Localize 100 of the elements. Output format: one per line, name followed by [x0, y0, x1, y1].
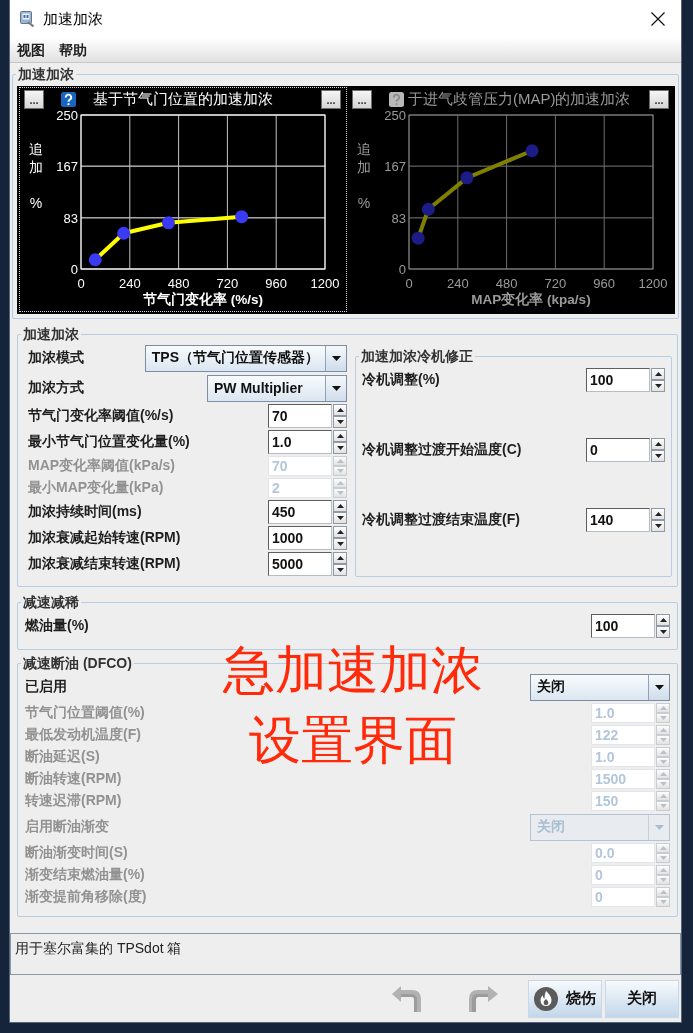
decrement-button[interactable]: [333, 416, 347, 428]
annotation-text: 设置界面: [249, 710, 457, 771]
increment-button[interactable]: [333, 552, 347, 564]
caret-up-icon: [659, 618, 667, 622]
caret-down-icon: [336, 446, 344, 450]
caret-down-icon: [331, 355, 341, 361]
caret-down-icon: [336, 542, 344, 546]
caret-up-icon: [659, 868, 667, 872]
caret-down-icon: [336, 491, 344, 495]
menu-item[interactable]: 帮助: [52, 39, 94, 61]
dropdown[interactable]: TPS（节气门位置传感器）: [144, 344, 347, 372]
caret-up-icon: [659, 706, 667, 710]
tick-label: 720: [216, 276, 239, 291]
dropdown-arrow-button[interactable]: [325, 345, 346, 371]
tick-label: 0: [70, 262, 78, 277]
caret-up-icon: [336, 556, 344, 560]
axis-label: 节气门变化率 (%/s): [143, 292, 263, 307]
tick-label: 720: [544, 276, 567, 291]
flame-icon: [534, 986, 558, 1011]
caret-down-icon: [336, 420, 344, 424]
tick-label: 0: [405, 276, 413, 291]
decrement-button[interactable]: [333, 442, 347, 454]
decrement-button[interactable]: [333, 538, 347, 550]
increment-button[interactable]: [333, 526, 347, 538]
caret-down-icon: [654, 684, 664, 690]
increment-button[interactable]: [656, 614, 670, 626]
field-label: 启用断油渐变: [25, 818, 109, 836]
caret-up-icon: [659, 846, 667, 850]
number-field[interactable]: 1000: [268, 526, 332, 550]
redo-icon: [467, 984, 499, 1013]
increment-button[interactable]: [333, 404, 347, 416]
decrement-button[interactable]: [651, 380, 665, 392]
number-field[interactable]: 70: [268, 404, 332, 428]
number-field[interactable]: 450: [268, 500, 332, 524]
data-point: [460, 171, 474, 185]
number-field[interactable]: 0: [586, 438, 650, 462]
group-title: 加速加浓: [17, 65, 75, 83]
field-label: 断油延迟(S): [25, 748, 100, 766]
group-title: 减速减稀: [22, 593, 80, 611]
decrement-button[interactable]: [651, 450, 665, 462]
caret-up-icon: [659, 728, 667, 732]
increment-button[interactable]: [333, 430, 347, 442]
tick-label: 250: [384, 111, 406, 123]
dropdown-arrow-button[interactable]: [325, 375, 346, 401]
dropdown-arrow-button[interactable]: [648, 674, 669, 700]
field-label: 加浓方式: [28, 379, 84, 397]
menu-item[interactable]: 视图: [10, 39, 52, 61]
chart-title: 基于节气门位置的加速加浓: [93, 90, 273, 109]
caret-up-icon: [659, 750, 667, 754]
caret-down-icon: [654, 384, 662, 388]
caret-down-icon: [659, 760, 667, 764]
number-field[interactable]: 5000: [268, 552, 332, 576]
more-button[interactable]: ...: [24, 90, 44, 109]
axis-label: 追加 %: [357, 141, 371, 211]
decrement-button[interactable]: [651, 520, 665, 532]
field-label: 最小MAP变化量(kPa): [28, 479, 164, 497]
tick-label: 1200: [638, 276, 668, 291]
increment-button[interactable]: [651, 508, 665, 520]
tick-label: 83: [63, 210, 78, 226]
caret-down-icon: [654, 524, 662, 528]
caret-up-icon: [654, 512, 662, 516]
tick-label: 240: [118, 276, 141, 291]
decrement-button[interactable]: [333, 564, 347, 576]
field-label: 冷机调整过渡开始温度(C): [362, 441, 522, 459]
field-label: 冷机调整过渡结束温度(F): [362, 511, 520, 529]
data-point: [88, 253, 102, 267]
decrement-button[interactable]: [333, 512, 347, 524]
increment-button[interactable]: [651, 438, 665, 450]
caret-down-icon: [659, 804, 667, 808]
field-label: 渐变提前角移除(度): [25, 888, 147, 906]
caret-up-icon: [654, 442, 662, 446]
data-point: [411, 231, 425, 245]
field-label: 节气门位置阈值(%): [25, 704, 145, 722]
field-label: 转速迟滞(RPM): [25, 792, 122, 810]
caret-up-icon: [336, 434, 344, 438]
data-point: [421, 202, 435, 216]
field-label: 渐变结束燃油量(%): [25, 866, 145, 884]
number-field[interactable]: 100: [586, 368, 650, 392]
number-field[interactable]: 100: [591, 614, 655, 638]
burn-button[interactable]: 烧伤: [528, 979, 602, 1018]
dropdown[interactable]: 关闭: [530, 673, 670, 701]
decrement-button[interactable]: [656, 626, 670, 638]
close-button[interactable]: 关闭: [605, 979, 679, 1018]
dropdown[interactable]: PW Multiplier: [207, 374, 347, 402]
caret-up-icon: [336, 408, 344, 412]
increment-button[interactable]: [651, 368, 665, 380]
number-field[interactable]: 1.0: [268, 430, 332, 454]
axis-label: MAP变化率 (kpa/s): [471, 292, 591, 307]
number-field[interactable]: 140: [586, 508, 650, 532]
tick-label: 250: [56, 111, 78, 123]
increment-button[interactable]: [333, 500, 347, 512]
tick-label: 0: [77, 276, 85, 291]
caret-up-icon: [659, 772, 667, 776]
group-title: 加速加浓冷机修正: [360, 347, 474, 365]
more-button[interactable]: ...: [321, 90, 341, 109]
caret-up-icon: [659, 794, 667, 798]
caret-down-icon: [336, 469, 344, 473]
tick-label: 240: [446, 276, 469, 291]
data-point: [525, 144, 539, 158]
description-panel: 用于塞尔富集的 TPSdot 箱: [10, 933, 681, 975]
